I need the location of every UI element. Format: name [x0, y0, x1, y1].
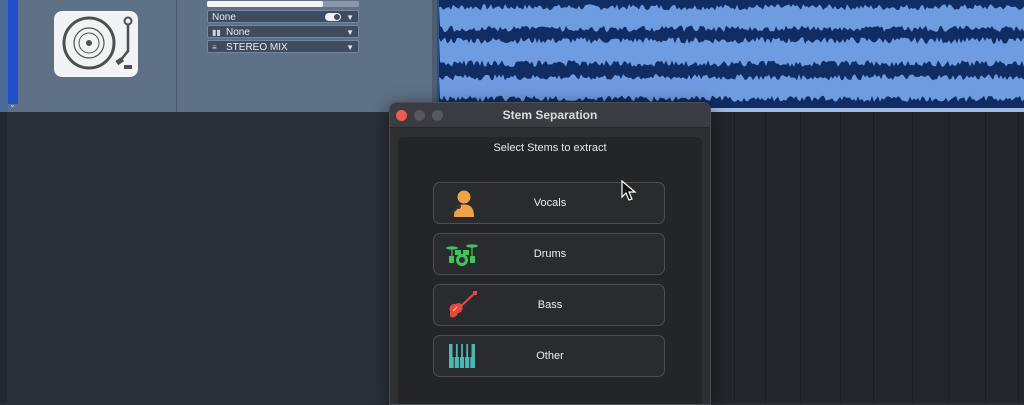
stem-separation-dialog: Stem Separation Select Stems to extract … — [389, 102, 711, 405]
chevron-down-icon[interactable]: ▼ — [346, 41, 354, 54]
waveform-channel — [439, 74, 1024, 102]
stem-button-drums[interactable]: Drums — [433, 233, 665, 275]
grid-line — [912, 112, 913, 403]
volume-slider-fill — [207, 1, 323, 7]
grid-line — [873, 112, 874, 403]
volume-slider[interactable] — [207, 1, 359, 7]
waveform-graphic — [439, 4, 1024, 102]
grid-line — [734, 112, 735, 403]
track-header: ⌄ None ▼ ▮▮ None ▼ ≡ STEREO MIX ▼ — [0, 0, 437, 113]
dialog-body: Select Stems to extract Vocals Drums Bas… — [398, 137, 702, 404]
grid-line — [948, 112, 949, 403]
chevron-down-icon[interactable]: ▼ — [346, 26, 354, 39]
instrument-icon: ▮▮ — [212, 28, 221, 37]
stem-label: Drums — [533, 248, 567, 260]
output-select-value: STEREO MIX — [226, 42, 288, 53]
stem-button-other[interactable]: Other — [433, 335, 665, 377]
grid-line — [985, 112, 986, 403]
grid-line — [1018, 112, 1019, 403]
strip-divider — [176, 0, 177, 112]
output-select[interactable]: ≡ STEREO MIX ▼ — [207, 40, 359, 53]
dialog-titlebar[interactable]: Stem Separation — [390, 103, 710, 128]
output-icon: ≡ — [212, 43, 217, 52]
arrange-empty-area[interactable] — [0, 112, 390, 403]
stem-button-bass[interactable]: Bass — [433, 284, 665, 326]
chevron-down-icon[interactable]: ▼ — [346, 11, 354, 24]
instrument-select[interactable]: ▮▮ None ▼ — [207, 25, 359, 38]
stem-label: Bass — [537, 299, 563, 311]
lane-edge — [0, 112, 7, 403]
track-color-bar — [0, 0, 8, 112]
waveform-channel — [439, 37, 1024, 67]
grid-line — [765, 112, 766, 403]
turntable-icon[interactable] — [54, 11, 138, 77]
input-select[interactable]: None ▼ — [207, 10, 359, 23]
waveform-channel — [439, 4, 1024, 32]
arrange-grid-area[interactable] — [708, 112, 1024, 403]
grid-line — [840, 112, 841, 403]
dialog-subtitle: Select Stems to extract — [493, 142, 607, 154]
grid-line — [800, 112, 801, 403]
instrument-select-value: None — [226, 27, 250, 38]
audio-waveform[interactable] — [437, 0, 1024, 112]
stem-label: Other — [536, 350, 564, 362]
collapse-icon[interactable]: ⌄ — [9, 100, 18, 109]
mouse-pointer-icon — [621, 180, 637, 201]
toggle-icon[interactable] — [325, 13, 341, 21]
track-selection-bar[interactable] — [8, 0, 18, 104]
dialog-title: Stem Separation — [502, 108, 598, 122]
input-select-value: None — [212, 12, 236, 23]
